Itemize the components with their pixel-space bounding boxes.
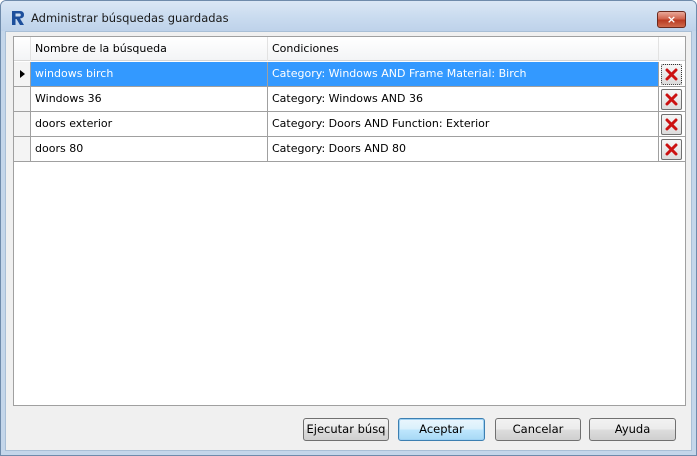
current-row-pointer-icon: [20, 70, 25, 78]
run-search-button[interactable]: Ejecutar búsq: [303, 418, 389, 441]
table-row[interactable]: doors 80 Category: Doors AND 80: [14, 137, 685, 162]
row-selector[interactable]: [14, 137, 31, 161]
title-bar[interactable]: Administrar búsquedas guardadas ×: [1, 1, 696, 31]
row-selector[interactable]: [14, 112, 31, 136]
search-conditions-cell[interactable]: Category: Doors AND Function: Exterior: [268, 112, 659, 136]
row-selector[interactable]: [14, 87, 31, 111]
table-row[interactable]: windows birch Category: Windows AND Fram…: [14, 62, 685, 87]
app-logo-icon: [12, 11, 24, 25]
delete-x-icon: [665, 68, 678, 81]
close-icon: ×: [666, 13, 677, 26]
search-name-cell[interactable]: doors 80: [31, 137, 268, 161]
table-row[interactable]: Windows 36 Category: Windows AND 36: [14, 87, 685, 112]
cancel-button[interactable]: Cancelar: [495, 418, 581, 441]
delete-x-icon: [665, 93, 678, 106]
column-header-name[interactable]: Nombre de la búsqueda: [31, 37, 268, 61]
saved-searches-grid: Nombre de la búsqueda Condiciones window…: [13, 36, 686, 406]
search-name-cell[interactable]: windows birch: [31, 62, 268, 86]
grid-header: Nombre de la búsqueda Condiciones: [14, 37, 685, 61]
window-title: Administrar búsquedas guardadas: [31, 11, 229, 25]
delete-x-icon: [665, 118, 678, 131]
search-name-cell[interactable]: Windows 36: [31, 87, 268, 111]
row-header-corner: [14, 37, 31, 61]
search-conditions-cell[interactable]: Category: Windows AND 36: [268, 87, 659, 111]
close-button[interactable]: ×: [657, 11, 686, 28]
table-row[interactable]: doors exterior Category: Doors AND Funct…: [14, 112, 685, 137]
delete-search-button[interactable]: [661, 139, 682, 160]
dialog-client-area: Nombre de la búsqueda Condiciones window…: [5, 31, 692, 451]
search-conditions-cell[interactable]: Category: Doors AND 80: [268, 137, 659, 161]
delete-search-button[interactable]: [661, 114, 682, 135]
delete-x-icon: [665, 143, 678, 156]
row-selector[interactable]: [14, 62, 31, 86]
dialog-window: Administrar búsquedas guardadas × Nombre…: [0, 0, 697, 456]
ok-button[interactable]: Aceptar: [398, 418, 485, 441]
search-name-cell[interactable]: doors exterior: [31, 112, 268, 136]
search-conditions-cell[interactable]: Category: Windows AND Frame Material: Bi…: [268, 62, 659, 86]
delete-search-button[interactable]: [661, 89, 682, 110]
delete-search-button[interactable]: [661, 64, 682, 85]
column-header-conditions[interactable]: Condiciones: [268, 37, 659, 61]
help-button[interactable]: Ayuda: [589, 418, 676, 441]
